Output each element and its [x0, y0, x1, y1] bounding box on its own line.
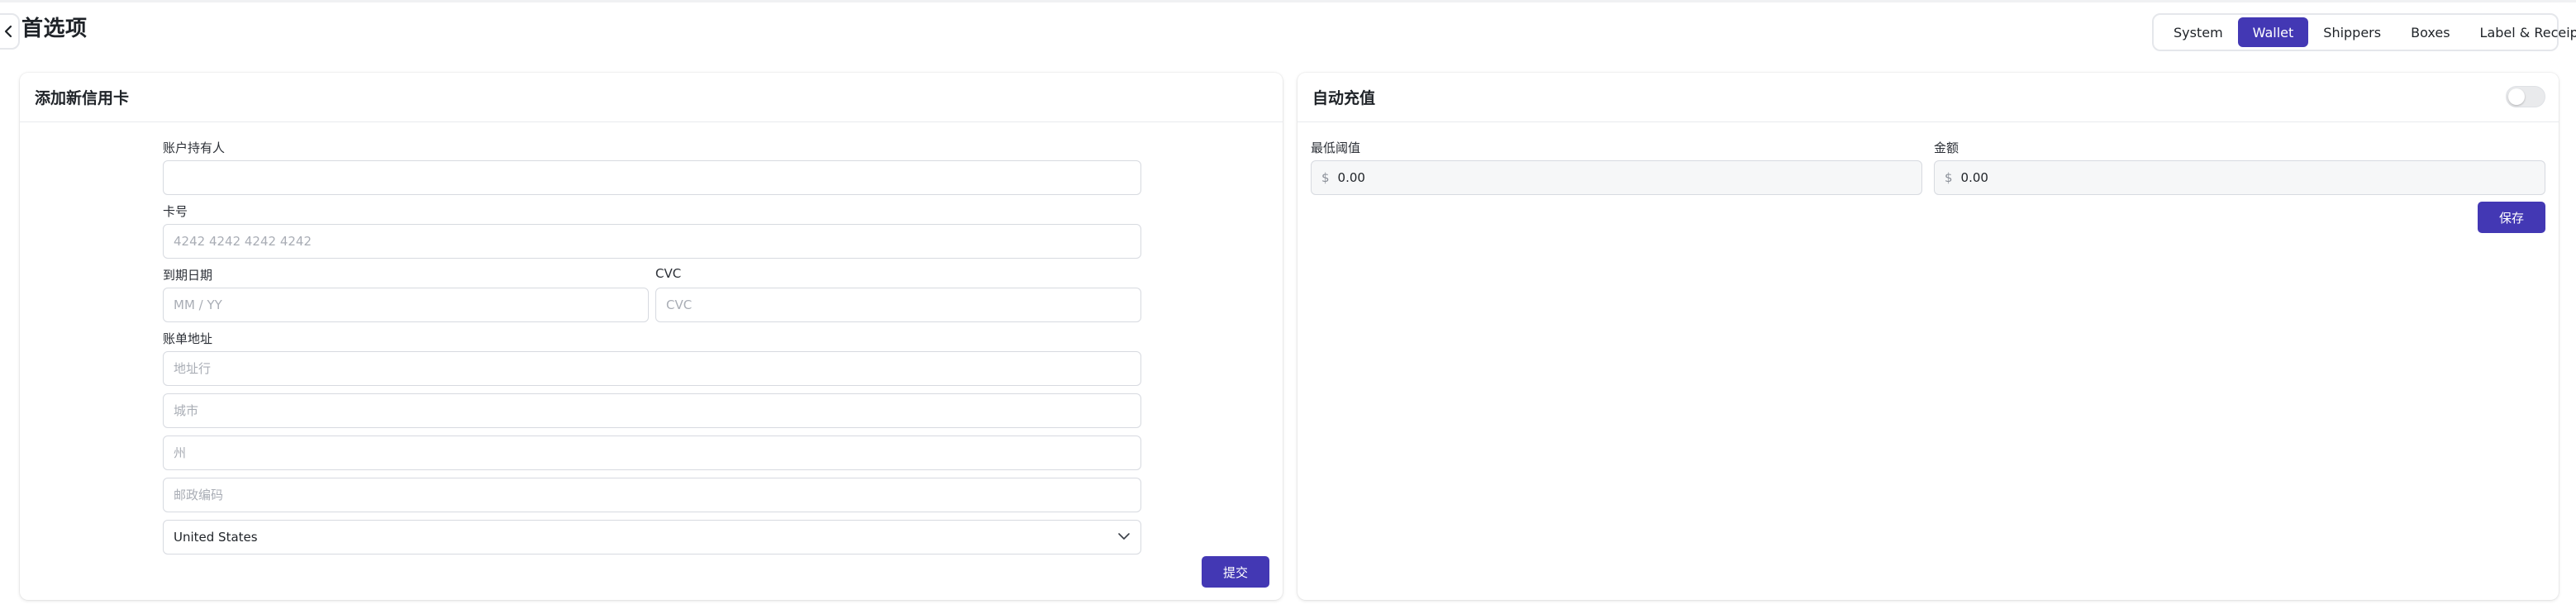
tab-system[interactable]: System — [2159, 17, 2238, 47]
min-threshold-value: 0.00 — [1337, 170, 1365, 185]
cvc-input[interactable] — [655, 288, 1141, 322]
save-button[interactable]: 保存 — [2478, 202, 2545, 233]
tab-label-receipt[interactable]: Label & Receipt — [2465, 17, 2576, 47]
tab-boxes[interactable]: Boxes — [2396, 17, 2464, 47]
expiry-input[interactable] — [163, 288, 649, 322]
account-holder-label: 账户持有人 — [163, 140, 226, 155]
top-divider — [0, 0, 2576, 2]
state-input[interactable] — [163, 436, 1141, 470]
submit-button[interactable]: 提交 — [1202, 556, 1269, 588]
back-button[interactable] — [0, 13, 20, 50]
zip-code-input[interactable] — [163, 478, 1141, 512]
city-input[interactable] — [163, 393, 1141, 428]
auto-recharge-title: 自动充值 — [1312, 89, 1376, 107]
chevron-left-icon — [4, 25, 12, 38]
card-number-input[interactable] — [163, 224, 1141, 259]
amount-label: 金额 — [1934, 140, 1959, 155]
toggle-knob — [2508, 88, 2525, 105]
auto-recharge-toggle[interactable] — [2506, 86, 2545, 107]
currency-symbol: $ — [1321, 170, 1330, 185]
amount-value: 0.00 — [1960, 170, 1988, 185]
billing-address-label: 账单地址 — [163, 331, 213, 346]
account-holder-input[interactable] — [163, 160, 1141, 195]
country-select-value: United States — [174, 530, 258, 545]
tab-shippers[interactable]: Shippers — [2308, 17, 2396, 47]
add-credit-card-title: 添加新信用卡 — [35, 89, 130, 107]
chevron-down-icon — [1118, 533, 1130, 540]
amount-input[interactable]: $ 0.00 — [1934, 160, 2545, 195]
card-number-label: 卡号 — [163, 204, 188, 219]
auto-recharge-panel: 自动充值 最低阈值 $ 0.00 金额 $ 0.00 保存 — [1298, 73, 2559, 600]
min-threshold-input[interactable]: $ 0.00 — [1311, 160, 1922, 195]
tab-wallet[interactable]: Wallet — [2237, 17, 2309, 47]
address-line-input[interactable] — [163, 351, 1141, 386]
preferences-page: 首选项 System Wallet Shippers Boxes Label &… — [0, 0, 2576, 614]
min-threshold-label: 最低阈值 — [1311, 140, 1361, 155]
add-credit-card-header: 添加新信用卡 — [20, 73, 1283, 122]
expiry-label: 到期日期 — [163, 268, 213, 283]
auto-recharge-header: 自动充值 — [1298, 73, 2559, 122]
country-select[interactable]: United States — [163, 520, 1141, 555]
currency-symbol: $ — [1945, 170, 1953, 185]
add-credit-card-panel: 添加新信用卡 账户持有人 卡号 到期日期 CVC 账单地址 United Sta… — [20, 73, 1283, 600]
page-title: 首选项 — [21, 17, 88, 41]
cvc-label: CVC — [655, 266, 682, 281]
preferences-tabs: System Wallet Shippers Boxes Label & Rec… — [2152, 13, 2576, 51]
